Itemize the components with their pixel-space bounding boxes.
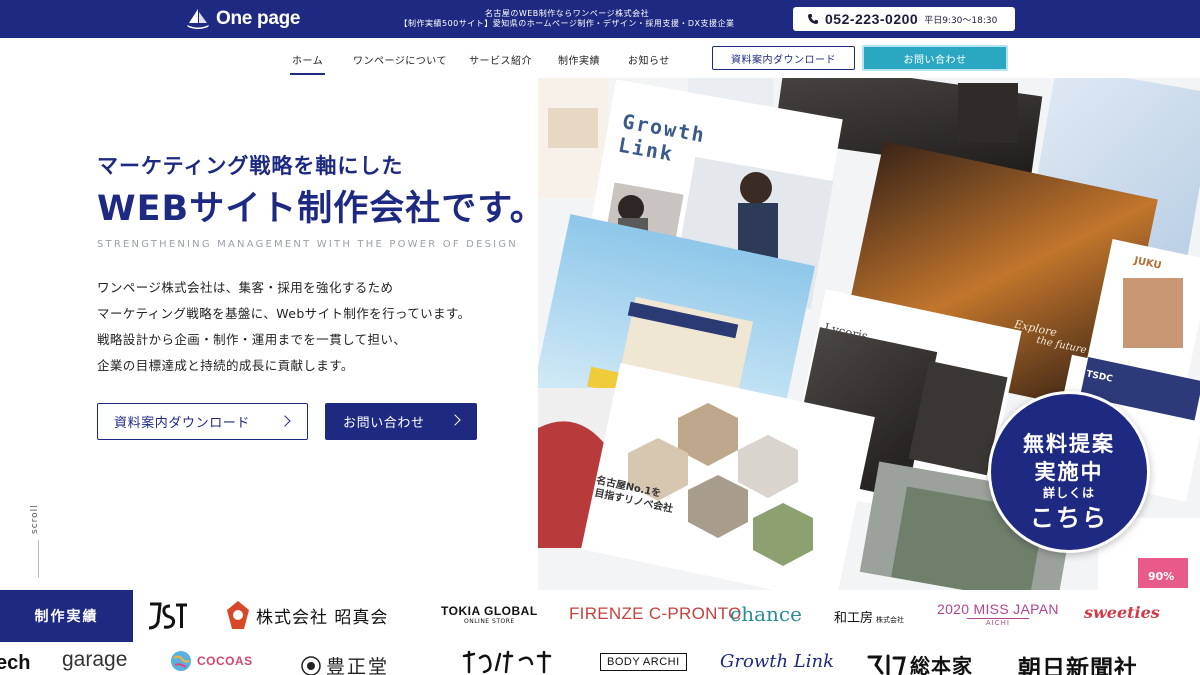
hero-download-button[interactable]: 資料案内ダウンロード (97, 403, 308, 440)
client-logo-body-archi: BODY ARCHI (600, 653, 687, 671)
hero-description-line: 企業の目標達成と持続的成長に貢献します。 (97, 358, 354, 373)
nav-contact-button[interactable]: お問い合わせ (862, 45, 1008, 71)
scroll-indicator-line (38, 540, 39, 578)
client-logo-sweeties: sweeties (1084, 603, 1160, 622)
header-tagline: 名古屋のWEB制作ならワンページ株式会社 【制作実績500サイト】愛知県のホーム… (342, 9, 792, 29)
hero-description-line: マーケティング戦略を基盤に、Webサイト制作を行っています。 (97, 306, 471, 321)
wakobo-subtext: 株式会社 (876, 616, 905, 624)
sohonke-text: 総本家 (910, 654, 973, 675)
tagline-line1: 名古屋のWEB制作ならワンページ株式会社 (484, 9, 650, 18)
shoshinkai-text: 株式会社 昭真会 (256, 607, 389, 628)
client-logo-growth-link: Growth Link (720, 651, 834, 672)
client-logo-calligraphy-icon (462, 650, 552, 674)
chevron-right-icon (279, 415, 291, 427)
phone-number: 052-223-0200 (825, 11, 919, 27)
client-logo-sohonke: 総本家 (866, 650, 973, 675)
main-nav: ホーム ワンページについて サービス紹介 制作実績 お知らせ 資料案内ダウンロー… (0, 38, 1200, 78)
collage-percent-text: 90% (1148, 570, 1175, 583)
tokia-text: TOKIA GLOBAL (441, 604, 538, 618)
chevron-right-icon (449, 414, 461, 426)
works-badge[interactable]: 制作実績 (0, 590, 133, 642)
nav-item-home[interactable]: ホーム (289, 52, 326, 75)
client-logo-cocoas: COCOAS (170, 650, 253, 672)
phone-hours: 平日9:30〜18:30 (924, 15, 998, 26)
miss-japan-text: 2020 MISS JAPAN (937, 601, 1059, 617)
nav-item-news[interactable]: お知らせ (628, 52, 670, 67)
sohonke-mark-icon (867, 654, 906, 675)
client-logo-jst-icon (148, 602, 187, 630)
hero-title: WEBサイト制作会社です。 (97, 189, 546, 229)
hoseido-text: 豊正堂 (326, 656, 390, 675)
client-logo-garage: garage (62, 648, 128, 671)
tokia-subtext: ONLINE STORE (464, 618, 515, 625)
hero-description-line: 戦略設計から企画・制作・運用までを一貫して担い、 (97, 332, 407, 347)
hero-english-tagline: STRENGTHENING MANAGEMENT WITH THE POWER … (97, 239, 518, 250)
client-logo-firenze: FIRENZE C-PRONTO (569, 604, 742, 623)
promo-line4: こちら (1030, 504, 1108, 532)
nav-item-services[interactable]: サービス紹介 (469, 52, 532, 67)
hero-subtitle: マーケティング戦略を軸にした (97, 154, 404, 178)
miss-japan-subtext: AICHI (967, 618, 1029, 627)
hoseido-crest-icon (301, 655, 321, 675)
client-logo-tech: ech (0, 652, 31, 674)
hero-download-label: 資料案内ダウンロード (114, 416, 251, 431)
client-logo-chance: chance (730, 602, 802, 626)
nav-item-about[interactable]: ワンページについて (353, 52, 447, 67)
promo-line1: 無料提案 (1023, 432, 1115, 456)
client-logo-tokia: TOKIA GLOBAL ONLINE STORE (441, 604, 538, 625)
client-logo-hoseido: 豊正堂 (300, 652, 389, 675)
tagline-line2: 【制作実績500サイト】愛知県のホームページ制作・デザイン・採用支援・DX支援企… (399, 19, 735, 28)
hero-contact-button[interactable]: お問い合わせ (325, 403, 477, 440)
top-bar: One page 名古屋のWEB制作ならワンページ株式会社 【制作実績500サイ… (0, 0, 1200, 38)
logo-text: One page (216, 8, 301, 29)
hero-description-line: ワンページ株式会社は、集客・採用を強化するため (97, 280, 394, 295)
sail-logo-icon (187, 9, 209, 29)
brand-logo[interactable]: One page (186, 8, 300, 30)
wakobo-text: 和工房 (834, 611, 874, 626)
promo-line2: 実施中 (1034, 460, 1104, 484)
phone-icon (808, 14, 818, 24)
free-proposal-badge[interactable]: 無料提案 実施中 詳しくは こちら (988, 391, 1150, 553)
nav-item-works[interactable]: 制作実績 (558, 52, 600, 67)
works-logo-strip: 制作実績 株式会社 昭真会 TOKIA GLOBAL ONLINE STORE … (0, 590, 1200, 675)
hero-description: ワンページ株式会社は、集客・採用を強化するため マーケティング戦略を基盤に、We… (97, 275, 471, 379)
cocoas-globe-icon (171, 651, 191, 671)
phone-contact[interactable]: 052-223-0200 平日9:30〜18:30 (793, 7, 1015, 31)
client-logo-asahi: 朝日新聞社 (1018, 655, 1138, 675)
scroll-indicator-label: scroll (30, 504, 40, 534)
hero-contact-label: お問い合わせ (343, 416, 425, 431)
client-logo-shoshinkai: 株式会社 昭真会 (226, 600, 388, 630)
cocoas-text: COCOAS (197, 654, 253, 668)
client-logo-wakobo: 和工房 株式会社 (834, 607, 904, 626)
shoshinkai-emblem-icon (227, 601, 249, 629)
nav-download-button[interactable]: 資料案内ダウンロード (712, 46, 855, 70)
client-logo-miss-japan: 2020 MISS JAPAN AICHI (937, 601, 1059, 627)
